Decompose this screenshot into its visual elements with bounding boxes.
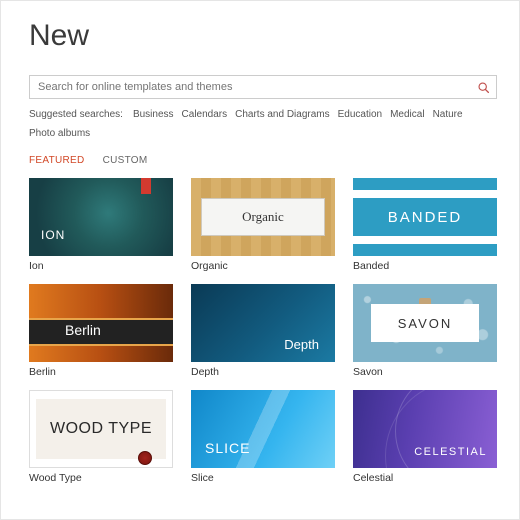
template-thumb: WOOD TYPE (29, 390, 173, 468)
template-caption: Depth (191, 366, 335, 378)
seal-icon (138, 451, 152, 465)
template-grid: ION Ion Organic Organic BANDED Banded Be… (29, 178, 497, 484)
suggested-searches: Suggested searches: Business Calendars C… (29, 109, 497, 139)
tabs: FEATURED CUSTOM (29, 155, 497, 166)
template-caption: Berlin (29, 366, 173, 378)
template-caption: Ion (29, 260, 173, 272)
suggested-label: Suggested searches: (29, 109, 123, 120)
template-slice[interactable]: SLICE Slice (191, 390, 335, 484)
suggested-link-nature[interactable]: Nature (433, 109, 463, 120)
template-depth[interactable]: Depth Depth (191, 284, 335, 378)
template-thumb: CELESTIAL (353, 390, 497, 468)
template-display: WOOD TYPE (50, 420, 152, 438)
template-banded[interactable]: BANDED Banded (353, 178, 497, 272)
template-display: SLICE (205, 440, 250, 456)
suggested-link-photoalbums[interactable]: Photo albums (29, 128, 90, 139)
template-display: Depth (284, 337, 319, 352)
template-organic[interactable]: Organic Organic (191, 178, 335, 272)
template-display: CELESTIAL (414, 446, 487, 458)
template-thumb: Berlin (29, 284, 173, 362)
template-caption: Organic (191, 260, 335, 272)
suggested-link-medical[interactable]: Medical (390, 109, 424, 120)
page-title: New (29, 19, 497, 53)
template-display: Organic (201, 198, 325, 236)
search-icon[interactable] (476, 80, 490, 94)
template-caption: Wood Type (29, 472, 173, 484)
search-box[interactable] (29, 75, 497, 99)
template-celestial[interactable]: CELESTIAL Celestial (353, 390, 497, 484)
template-display: BANDED (353, 198, 497, 236)
template-thumb: ION (29, 178, 173, 256)
template-thumb: Organic (191, 178, 335, 256)
suggested-link-business[interactable]: Business (133, 109, 174, 120)
tab-featured[interactable]: FEATURED (29, 155, 85, 166)
template-thumb: BANDED (353, 178, 497, 256)
template-display: SAVON (371, 304, 479, 342)
template-caption: Banded (353, 260, 497, 272)
template-thumb: SLICE (191, 390, 335, 468)
template-caption: Slice (191, 472, 335, 484)
template-caption: Savon (353, 366, 497, 378)
suggested-link-calendars[interactable]: Calendars (182, 109, 228, 120)
template-berlin[interactable]: Berlin Berlin (29, 284, 173, 378)
tab-custom[interactable]: CUSTOM (103, 155, 148, 166)
template-ion[interactable]: ION Ion (29, 178, 173, 272)
template-woodtype[interactable]: WOOD TYPE Wood Type (29, 390, 173, 484)
suggested-link-charts[interactable]: Charts and Diagrams (235, 109, 329, 120)
template-thumb: SAVON (353, 284, 497, 362)
search-input[interactable] (38, 81, 476, 93)
template-caption: Celestial (353, 472, 497, 484)
template-display: Berlin (65, 322, 101, 338)
template-thumb: Depth (191, 284, 335, 362)
suggested-link-education[interactable]: Education (338, 109, 382, 120)
template-savon[interactable]: SAVON Savon (353, 284, 497, 378)
template-display: ION (41, 228, 65, 242)
